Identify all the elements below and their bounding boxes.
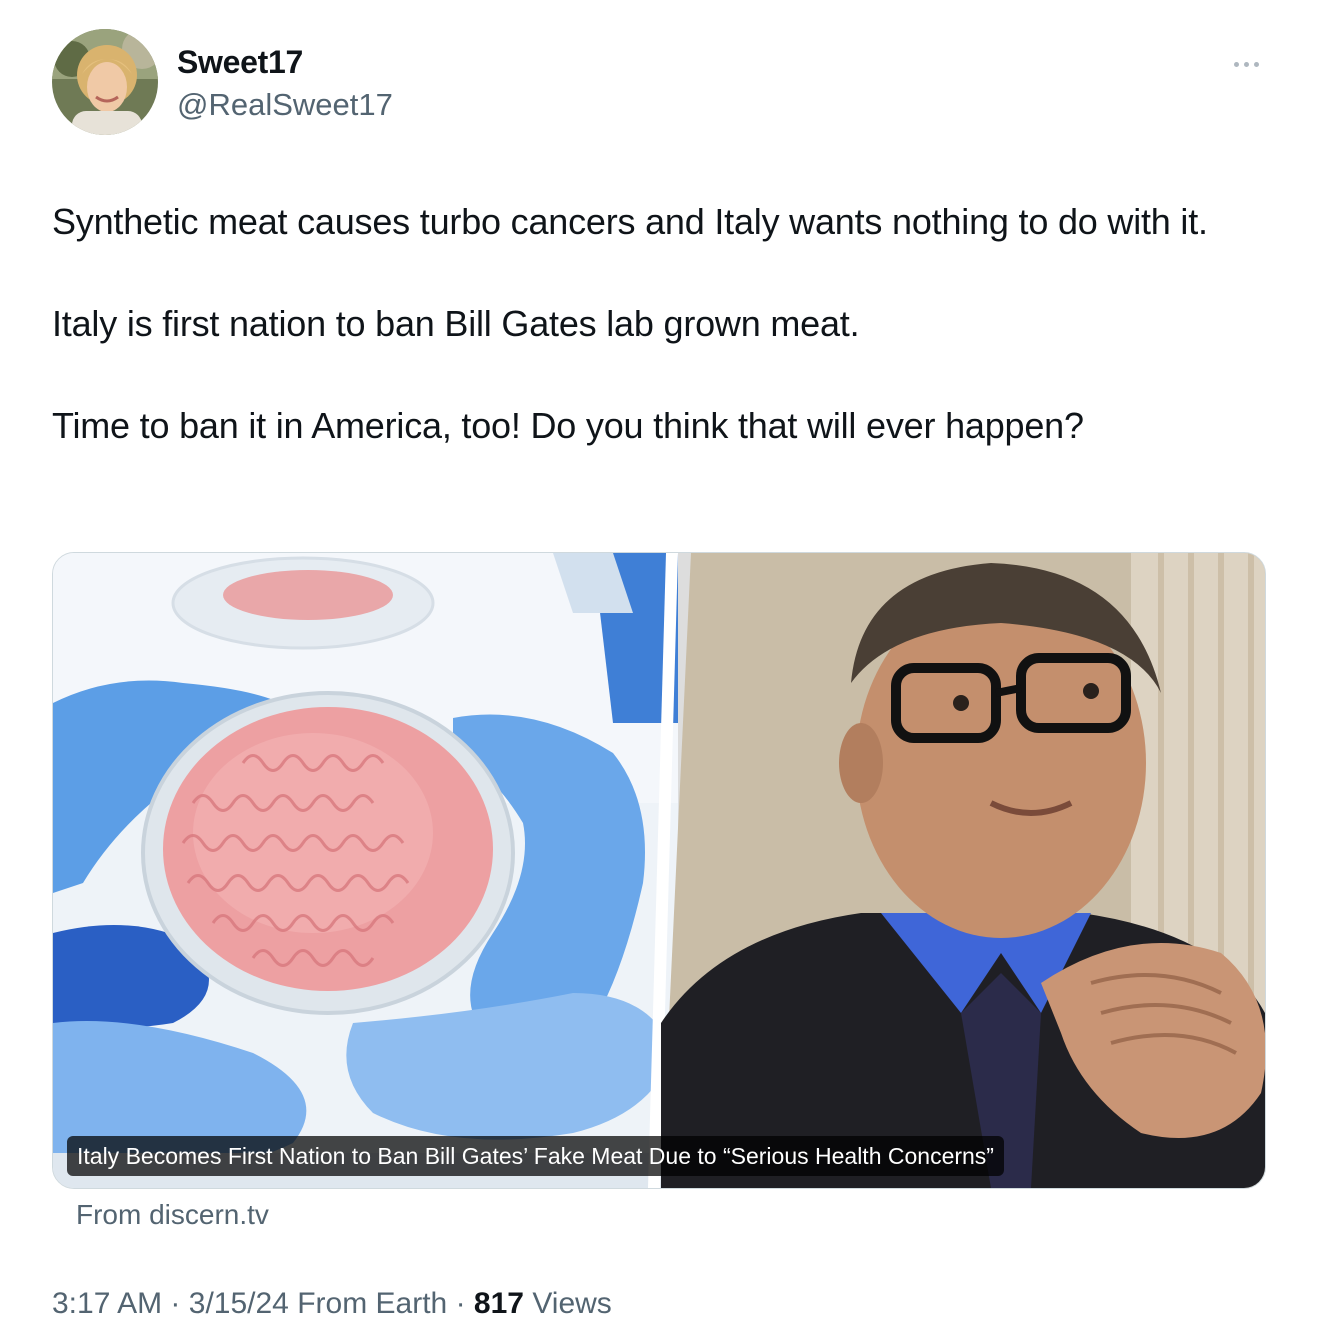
- timestamp-time[interactable]: 3:17 AM: [52, 1287, 162, 1320]
- portrait-image: [661, 553, 1265, 1188]
- tweet-text: Synthetic meat causes turbo cancers and …: [52, 196, 1274, 451]
- avatar-photo: [52, 29, 158, 135]
- timestamp-date[interactable]: 3/15/24: [189, 1287, 289, 1320]
- tweet-meta: 3:17 AM · 3/15/24 From Earth · 817 Views: [52, 1283, 612, 1325]
- tweet-paragraph: Italy is first nation to ban Bill Gates …: [52, 303, 860, 344]
- meta-separator: ·: [455, 1287, 466, 1320]
- tweet-paragraph: Synthetic meat causes turbo cancers and …: [52, 201, 1208, 242]
- link-card[interactable]: Italy Becomes First Nation to Ban Bill G…: [52, 552, 1266, 1189]
- avatar[interactable]: [52, 29, 158, 135]
- tweet-location: From Earth: [297, 1287, 448, 1320]
- card-source[interactable]: From discern.tv: [76, 1196, 269, 1234]
- more-options-button[interactable]: [1224, 50, 1268, 78]
- handle[interactable]: @RealSweet17: [177, 85, 393, 125]
- views-count: 817: [473, 1287, 524, 1320]
- display-name[interactable]: Sweet17: [177, 42, 303, 82]
- lab-meat-image: [53, 553, 678, 1188]
- meta-separator: ·: [170, 1287, 181, 1320]
- card-caption: Italy Becomes First Nation to Ban Bill G…: [67, 1136, 1004, 1176]
- views-label: Views: [532, 1287, 612, 1320]
- more-horizontal-icon: [1233, 61, 1239, 67]
- tweet-paragraph: Time to ban it in America, too! Do you t…: [52, 405, 1084, 446]
